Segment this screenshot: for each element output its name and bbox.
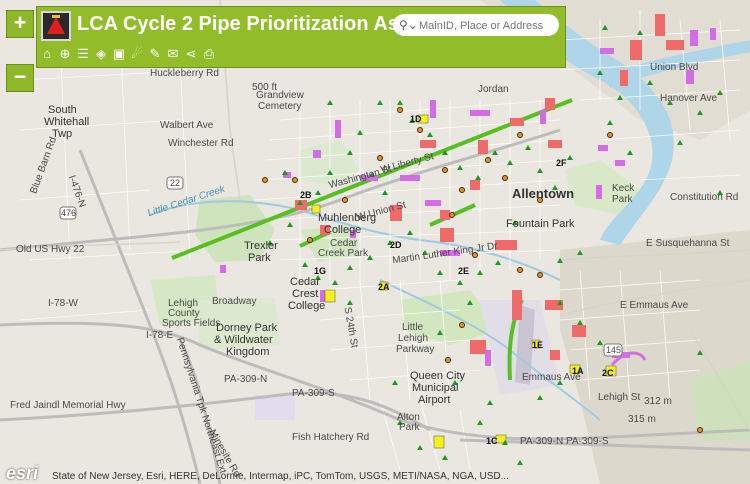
label-winchester: Winchester Rd: [168, 138, 234, 149]
label-elev-312: 312 m: [644, 396, 672, 407]
share-icon[interactable]: ⋖: [183, 45, 199, 63]
label-cedar-crest: Cedar: [290, 276, 320, 288]
label-jordan: Jordan: [478, 84, 509, 95]
label-cedar-crest-2: Crest: [292, 288, 319, 300]
layers-icon[interactable]: ◈: [93, 45, 109, 63]
segment-label-2b[interactable]: 2B: [300, 190, 312, 200]
print-icon[interactable]: ⎙: [201, 45, 217, 63]
measure-icon[interactable]: ☄: [129, 45, 145, 63]
segment-label-1a[interactable]: 1A: [572, 366, 584, 376]
label-route-476: 476: [61, 208, 77, 218]
label-muhlenberg-2: College: [324, 224, 362, 236]
basemap[interactable]: [0, 0, 750, 484]
segment-label-2a[interactable]: 2A: [378, 282, 390, 292]
segment-label-2f[interactable]: 2F: [556, 158, 567, 168]
segment-label-1c[interactable]: 1C: [486, 436, 498, 446]
attribution-bar: esri State of New Jersey, Esri, HERE, De…: [0, 463, 750, 484]
logo-triangle-icon: [43, 13, 69, 39]
label-fountain-park: Fountain Park: [506, 218, 575, 230]
segment-label-2d[interactable]: 2D: [390, 240, 402, 250]
esri-logo[interactable]: esri: [6, 463, 38, 484]
lca-logo: [41, 11, 71, 41]
zoom-controls: + −: [6, 10, 34, 92]
segment-label-2c[interactable]: 2C: [602, 368, 614, 378]
segment-label-2e[interactable]: 2E: [458, 266, 469, 276]
label-south-whitehall-2: Whitehall: [44, 116, 90, 128]
search-icon[interactable]: ⚲⌄: [399, 18, 418, 32]
label-little-lehigh: Little: [402, 322, 424, 333]
app-header: LCA Cycle 2 Pipe Prioritization Ass... ⚲…: [36, 6, 566, 68]
label-trexler-2: Park: [248, 252, 271, 264]
search-input[interactable]: [417, 16, 557, 36]
label-little-lehigh-3: Parkway: [396, 344, 435, 355]
label-union-blvd: Union Blvd: [650, 62, 699, 73]
zoom-out-button[interactable]: −: [6, 64, 34, 92]
label-dorney-2: & Wildwater: [214, 334, 273, 346]
label-route-145: 145: [606, 345, 622, 355]
label-old-us: Old US Hwy 22: [16, 244, 85, 255]
comment-icon[interactable]: ✉: [165, 45, 181, 63]
label-queen-city-2: Municipal: [412, 382, 459, 394]
zoom-in-button[interactable]: +: [6, 10, 34, 38]
label-cedar-creek-2: Creek Park: [318, 248, 369, 259]
label-broadway: Broadway: [212, 296, 257, 307]
label-huckleberry: Huckleberry Rd: [150, 68, 219, 79]
label-little-lehigh-2: Lehigh: [398, 333, 429, 344]
segment-label-1d[interactable]: 1D: [410, 114, 422, 124]
segment-label-1g[interactable]: 1G: [314, 266, 326, 276]
label-i78w: I-78-W: [48, 298, 78, 309]
label-e-emmaus: E Emmaus Ave: [620, 300, 689, 311]
label-allentown: Allentown: [512, 186, 575, 201]
label-south-whitehall: South: [48, 104, 77, 116]
draw-icon[interactable]: ✎: [147, 45, 163, 63]
label-fish-hatchery: Fish Hatchery Rd: [292, 432, 370, 443]
legend-icon[interactable]: ☰: [75, 45, 91, 63]
label-trexler: Trexler: [244, 240, 278, 252]
label-lehigh-st: Lehigh St: [598, 392, 641, 403]
label-hanover: Hanover Ave: [660, 93, 718, 104]
label-queen-city-3: Airport: [418, 394, 451, 406]
app-title: LCA Cycle 2 Pipe Prioritization Ass...: [77, 13, 427, 35]
segment-label-1e[interactable]: 1E: [532, 340, 543, 350]
label-pa309s: PA-309-S: [292, 388, 335, 399]
label-keck: Keck: [612, 183, 635, 194]
label-i78e: I-78-E: [146, 330, 174, 341]
label-pa309n: PA-309-N: [224, 374, 268, 385]
label-dorney: Dorney Park: [216, 322, 278, 334]
label-dorney-3: Kingdom: [226, 346, 270, 358]
locate-icon[interactable]: ⊕: [57, 45, 73, 63]
search-box[interactable]: ⚲⌄: [393, 14, 559, 36]
label-queen-city: Queen City: [410, 370, 466, 382]
label-constitution: Constitution Rd: [670, 192, 739, 203]
label-grandview-2: Cemetery: [258, 101, 302, 112]
attribution-credits[interactable]: State of New Jersey, Esri, HERE, DeLorme…: [52, 471, 509, 482]
label-walbert: Walbert Ave: [160, 120, 214, 131]
label-fred-jaindl: Fred Jaindl Memorial Hwy: [10, 400, 126, 411]
label-lehigh-county-3: Sports Fields: [162, 318, 221, 329]
label-e-susquehanna: E Susquehanna St: [646, 238, 730, 249]
label-elev-500: 500 ft: [252, 82, 278, 93]
label-alton-2: Park: [399, 422, 420, 433]
home-icon[interactable]: ⌂: [39, 45, 55, 63]
basemap-icon[interactable]: ▣: [111, 45, 127, 63]
label-keck-2: Park: [612, 194, 633, 205]
label-pa309ns: PA-309-N PA-309-S: [520, 436, 609, 447]
label-route-22: 22: [170, 178, 181, 188]
label-cedar-crest-3: College: [288, 300, 326, 312]
label-elev-315: 315 m: [628, 414, 656, 425]
